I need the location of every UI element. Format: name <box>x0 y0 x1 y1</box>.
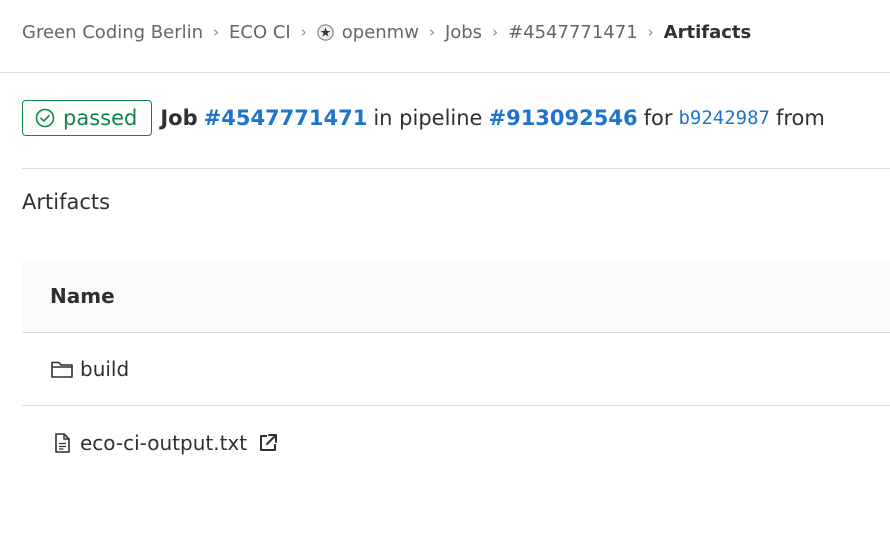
project-avatar-icon <box>317 23 334 41</box>
breadcrumb-separator-icon: › <box>213 23 220 41</box>
artifact-file-link[interactable]: eco-ci-output.txt <box>80 431 247 455</box>
artifacts-table: Name build eco-ci-output.txt <box>22 260 890 479</box>
pipeline-id-link[interactable]: #913092546 <box>488 106 637 130</box>
breadcrumb-project-label: openmw <box>341 21 419 43</box>
for-text: for <box>643 106 673 130</box>
job-header: passed Job #4547771471 in pipeline #9130… <box>22 98 831 138</box>
breadcrumb-separator-icon: › <box>647 23 654 41</box>
artifact-folder-link[interactable]: build <box>80 357 129 381</box>
commit-sha-link[interactable]: b9242987 <box>678 107 770 129</box>
breadcrumb-separator-icon: › <box>428 23 435 41</box>
table-row[interactable]: eco-ci-output.txt <box>22 406 890 479</box>
breadcrumb-current: Artifacts <box>663 21 752 43</box>
artifacts-title: Artifacts <box>22 190 111 214</box>
breadcrumb-item-subgroup[interactable]: ECO CI <box>229 22 291 43</box>
column-header-name[interactable]: Name <box>50 284 115 308</box>
breadcrumb-separator-icon: › <box>300 23 307 41</box>
status-badge[interactable]: passed <box>22 100 153 136</box>
breadcrumb-separator-icon: › <box>492 23 499 41</box>
breadcrumb-item-group[interactable]: Green Coding Berlin <box>22 22 203 43</box>
breadcrumb-item-job[interactable]: #4547771471 <box>508 22 638 43</box>
job-id-link[interactable]: #4547771471 <box>204 106 368 130</box>
job-word: Job <box>160 106 198 130</box>
header-divider <box>0 72 890 73</box>
table-header: Name <box>22 260 890 333</box>
file-icon <box>55 432 70 453</box>
from-text: from <box>775 106 825 130</box>
job-artifacts-page: Green Coding Berlin › ECO CI › openmw › … <box>0 0 890 556</box>
breadcrumb-item-project[interactable]: openmw <box>317 22 419 43</box>
job-header-divider <box>22 168 890 169</box>
folder-icon <box>51 361 73 378</box>
check-circle-icon <box>35 108 55 128</box>
external-link-icon[interactable] <box>257 432 279 454</box>
breadcrumb-item-jobs[interactable]: Jobs <box>445 22 482 43</box>
table-row[interactable]: build <box>22 333 890 406</box>
status-label: passed <box>63 106 138 130</box>
in-pipeline-text: in pipeline <box>373 106 483 130</box>
breadcrumb: Green Coding Berlin › ECO CI › openmw › … <box>22 18 751 46</box>
